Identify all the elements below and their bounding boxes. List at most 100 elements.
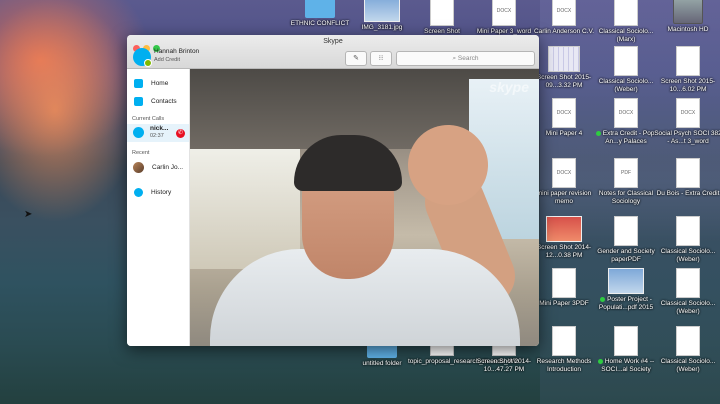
hard-drive-icon (673, 0, 703, 24)
document-icon (676, 268, 700, 298)
window-title: Skype (323, 38, 343, 45)
desktop-icon[interactable]: Research Methods Introduction (530, 326, 598, 374)
desktop-icon[interactable]: Gender and Society paperPDF (592, 216, 660, 264)
recent-header: Recent (132, 150, 150, 156)
desktop-icon-label: ETHNIC CONFLICT (290, 20, 350, 27)
desktop-icon-label: topic_proposal_research_m...eds_Win (408, 358, 519, 365)
hang-up-icon[interactable]: ✆ (176, 129, 185, 138)
desktop-icon-label: Notes for Classical Sociology (598, 190, 654, 205)
desktop-icon[interactable]: Screen Shot 2015-10...6.02 PM (654, 46, 720, 94)
desktop-icon-label: untitled folder (362, 360, 402, 367)
desktop-icon[interactable]: IMG_3181.jpg (348, 0, 416, 32)
search-input[interactable]: ⌕ Search (396, 51, 535, 66)
folder-icon (305, 0, 335, 18)
desktop-icon-label: Classical Sociolo...(Marx) (598, 28, 654, 43)
desktop-icon[interactable]: DOCX Mini Paper 3_word (470, 0, 538, 36)
desktop-icon[interactable]: PDF Notes for Classical Sociology (592, 158, 660, 206)
document-icon: DOCX (552, 158, 576, 188)
desktop-icon[interactable]: Screen Shot 2015-09...3.32 PM (530, 46, 598, 90)
home-icon (134, 79, 143, 88)
document-icon (614, 46, 638, 76)
document-icon (676, 158, 700, 188)
document-icon: DOCX (552, 0, 576, 26)
document-icon (676, 326, 700, 356)
image-file-icon (364, 0, 400, 22)
call-contact-name: nick... (150, 125, 169, 132)
document-icon: DOCX (492, 0, 516, 26)
recent-avatar (133, 162, 144, 173)
desktop-icon-label: IMG_3181.jpg (361, 24, 403, 31)
desktop-icon-label: Screen Shot 2014-10...47.27 PM (476, 358, 532, 373)
desktop-icon[interactable]: Classical Sociolo...(Weber) (654, 326, 720, 374)
desktop-icon-label: Carlin Anderson C.V. (533, 28, 595, 35)
desktop-icon-label: Classical Sociolo...(Weber) (660, 358, 716, 373)
desktop-icon[interactable]: DOCX Extra Credit - Pop. An...y Palaces (592, 98, 660, 146)
call-duration: 02:37 (150, 133, 164, 139)
desktop-icon[interactable]: Macintosh HD (654, 0, 720, 34)
compose-icon[interactable]: ✎ (345, 51, 367, 66)
document-icon (614, 0, 638, 26)
document-icon: DOCX (614, 98, 638, 128)
desktop-icon[interactable]: Screen Shot 2014-12...0.38 PM (530, 216, 598, 260)
profile-avatar[interactable] (133, 48, 152, 67)
desktop-icon-label: Classical Sociolo...(Weber) (660, 248, 716, 263)
current-calls-header: Current Calls (132, 116, 165, 122)
sidebar-item-home[interactable]: Home (134, 79, 168, 88)
video-feed[interactable]: skype (190, 69, 539, 346)
call-avatar (133, 127, 144, 138)
desktop-icon-label: Screen Shot 2015-09...3.32 PM (536, 74, 592, 89)
desktop-icon[interactable]: Poster Project - Populati...pdf 2015 (592, 268, 660, 312)
desktop-icon-label: Home Work #4 -- SOCI...al Society (592, 358, 660, 374)
desktop-icon-label: Classical Sociolo...(Weber) (598, 78, 654, 93)
desktop-icon[interactable]: Du Bois - Extra Credit (654, 158, 720, 198)
document-icon (676, 46, 700, 76)
status-dot-icon (595, 130, 601, 136)
sidebar: Home Contacts Current Calls nick... 02:3… (127, 69, 190, 346)
user-name[interactable]: Hannah Brinton (154, 48, 199, 55)
skype-window[interactable]: Skype Hannah Brinton Add Credit ✎ ⁝⁝ ⌕ S… (127, 35, 539, 346)
image-file-icon (546, 216, 582, 242)
skype-watermark: skype (489, 79, 529, 95)
mouse-cursor-icon: ➤ (24, 209, 33, 220)
desktop-icon-label: Social Psych SOCI 382 - As...t 3_word (654, 130, 720, 145)
desktop-icon[interactable]: ETHNIC CONFLICT (286, 0, 354, 28)
desktop-icon[interactable]: Classical Sociolo...(Weber) (592, 46, 660, 94)
document-icon: PDF (614, 158, 638, 188)
desktop-icon-label: Gender and Society paperPDF (597, 248, 655, 263)
image-file-icon (548, 46, 580, 72)
desktop-icon[interactable]: Screen Shot (408, 0, 476, 36)
sidebar-item-contacts[interactable]: Contacts (134, 97, 177, 106)
desktop-icon[interactable]: Home Work #4 -- SOCI...al Society (592, 326, 660, 374)
recent-contact[interactable]: Carlin Jo... (152, 164, 183, 171)
desktop-icon[interactable]: Classical Sociolo...(Marx) (592, 0, 660, 44)
add-credit-link[interactable]: Add Credit (154, 57, 180, 63)
desktop-icon-label: Macintosh HD (667, 26, 709, 33)
desktop-icon[interactable]: DOCX Carlin Anderson C.V. (530, 0, 598, 36)
desktop-icon-label: Mini Paper 4 (545, 130, 583, 137)
desktop-icon[interactable]: DOCX Mini Paper 4 (530, 98, 598, 138)
document-icon (552, 268, 576, 298)
document-icon (614, 326, 638, 356)
desktop-icon[interactable]: Classical Sociolo...(Weber) (654, 216, 720, 264)
document-icon (676, 216, 700, 246)
contacts-icon (134, 97, 143, 106)
title-bar[interactable]: Skype Hannah Brinton Add Credit ✎ ⁝⁝ ⌕ S… (127, 35, 539, 69)
desktop-icon[interactable]: DOCX Social Psych SOCI 382 - As...t 3_wor… (654, 98, 720, 146)
desktop-icon-label: Poster Project - Populati...pdf 2015 (598, 296, 654, 311)
status-dot-icon (600, 296, 606, 302)
desktop-icon-label: Du Bois - Extra Credit (656, 190, 720, 197)
image-file-icon (608, 268, 644, 294)
dialpad-icon[interactable]: ⁝⁝ (370, 51, 392, 66)
desktop-icon-label: Screen Shot 2014-12...0.38 PM (536, 244, 592, 259)
document-icon: DOCX (552, 98, 576, 128)
sidebar-item-history[interactable]: History (134, 188, 171, 197)
desktop-icon[interactable]: DOCX mini paper revision memo (530, 158, 598, 206)
desktop-icon[interactable]: Mini Paper 3PDF (530, 268, 598, 308)
desktop-icon-label: Research Methods Introduction (536, 358, 592, 373)
desktop-icon-label: Classical Sociolo...(Weber) (660, 300, 716, 315)
desktop-icon[interactable]: Classical Sociolo...(Weber) (654, 268, 720, 316)
document-icon (430, 0, 454, 26)
history-icon (134, 188, 143, 197)
document-icon: DOCX (676, 98, 700, 128)
document-icon (614, 216, 638, 246)
